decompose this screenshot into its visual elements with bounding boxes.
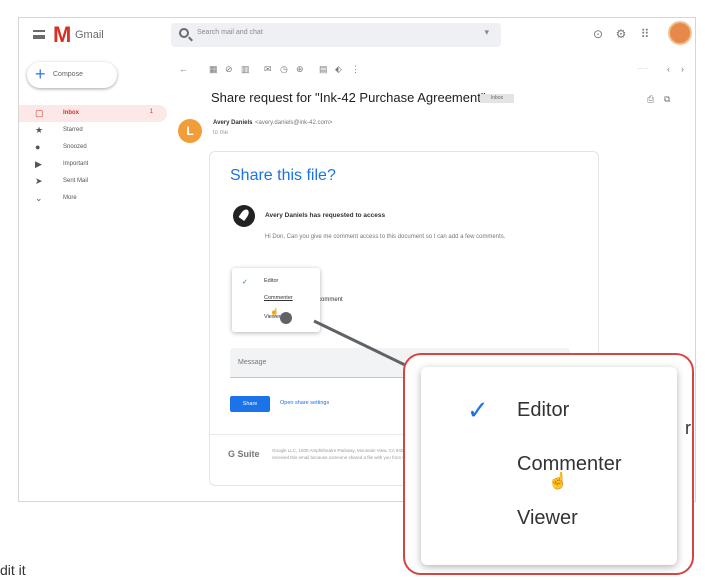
sidebar-item-inbox[interactable]: ▢ Inbox 1 (19, 105, 167, 122)
search-icon[interactable] (179, 28, 189, 38)
email-subject: Share request for "Ink-42 Purchase Agree… (211, 90, 486, 105)
sidebar-item-starred[interactable]: ★ Starred (19, 122, 167, 139)
archive-icon[interactable]: ▦ (209, 64, 218, 75)
callout-anchor-dot (280, 312, 292, 324)
hand-cursor-icon: ☝ (548, 473, 568, 490)
share-button[interactable]: Share (230, 396, 270, 412)
more-options-icon[interactable]: ⋮ (351, 64, 360, 75)
request-text: Avery Daniels has requested to access (265, 212, 386, 219)
compose-label: Compose (53, 71, 83, 78)
send-icon: ➤ (35, 176, 43, 186)
zoom-callout: ✓ Editor Commenter ☝ Viewer (403, 353, 694, 575)
access-level-text: comment (318, 297, 343, 303)
newer-icon[interactable]: ‹ (667, 64, 670, 74)
zoomed-permission-menu: ✓ Editor Commenter ☝ Viewer (421, 367, 677, 565)
pagination-info: ··· ·· (637, 66, 649, 72)
report-spam-icon[interactable]: ⊘ (225, 64, 233, 75)
search-bar[interactable]: Search mail and chat ▾ (171, 23, 501, 47)
check-icon: ✓ (242, 279, 248, 286)
zoom-option-commenter[interactable]: Commenter (517, 453, 621, 476)
help-icon[interactable]: ⊙ (592, 28, 604, 40)
menu-option-viewer[interactable]: Viewer (264, 314, 281, 320)
zoom-option-editor[interactable]: Editor (517, 399, 569, 422)
add-task-icon[interactable]: ⊕ (296, 64, 304, 75)
check-icon: ✓ (467, 395, 489, 425)
plus-icon: + (35, 64, 46, 84)
permission-menu: ✓ Editor Commenter ☝ Viewer (232, 268, 320, 332)
caption-text: dit it (0, 562, 26, 578)
share-settings-link[interactable]: Open share settings (280, 400, 329, 406)
sender-name: Avery Daniels (213, 120, 253, 126)
delete-icon[interactable]: ▥ (241, 64, 250, 75)
snooze-icon[interactable]: ◷ (280, 64, 288, 75)
recipient-line: to me (213, 130, 229, 136)
inbox-icon: ▢ (35, 108, 44, 118)
clock-icon: ● (35, 142, 41, 152)
sidebar-item-label: Sent Mail (63, 178, 89, 184)
gsuite-logo: G Suite (228, 449, 260, 459)
inbox-label-badge[interactable]: Inbox (480, 94, 514, 103)
compose-button[interactable]: + Compose (27, 62, 117, 88)
request-message: Hi Don, Can you give me comment access t… (265, 234, 506, 240)
zoom-option-viewer[interactable]: Viewer (517, 507, 578, 530)
sidebar-item-label: Inbox (63, 110, 79, 116)
sidebar-item-label: Important (63, 161, 89, 167)
important-icon: ▶ (35, 159, 42, 169)
main-menu-icon[interactable] (33, 30, 45, 39)
cropped-text: r (685, 418, 691, 438)
sidebar-item-more[interactable]: ⌄ More (19, 190, 167, 207)
sidebar-item-important[interactable]: ▶ Important (19, 156, 167, 173)
gmail-logo[interactable]: M (53, 24, 71, 46)
sender-email: <avery.daniels@ink-42.com> (255, 120, 333, 126)
chevron-down-icon: ⌄ (35, 193, 43, 203)
apps-icon[interactable]: ⠿ (639, 28, 651, 40)
card-title: Share this file? (230, 167, 336, 184)
print-icon[interactable]: ⎙ (647, 94, 654, 105)
app-name: Gmail (75, 29, 104, 41)
unread-count: 1 (149, 109, 153, 115)
label-icon[interactable]: ⬖ (335, 64, 342, 75)
settings-icon[interactable]: ⚙ (615, 28, 627, 40)
sender-avatar: L (178, 119, 202, 143)
search-input[interactable]: Search mail and chat (197, 29, 263, 36)
requester-avatar (233, 205, 255, 227)
sidebar-item-label: More (63, 195, 77, 201)
star-icon: ★ (35, 125, 44, 135)
mark-unread-icon[interactable]: ✉ (264, 64, 272, 75)
sidebar-item-snoozed[interactable]: ● Snoozed (19, 139, 167, 156)
sidebar-item-label: Starred (63, 127, 83, 133)
sidebar-item-label: Snoozed (63, 144, 87, 150)
move-to-icon[interactable]: ▤ (319, 64, 328, 75)
menu-option-editor[interactable]: Editor (264, 278, 278, 284)
sidebar-item-sent[interactable]: ➤ Sent Mail (19, 173, 167, 190)
open-new-window-icon[interactable]: ⧉ (664, 94, 670, 105)
account-avatar[interactable] (668, 21, 692, 45)
menu-option-commenter[interactable]: Commenter (264, 295, 293, 301)
back-arrow-icon[interactable]: ← (179, 64, 188, 74)
older-icon[interactable]: › (681, 64, 684, 74)
search-options-icon[interactable]: ▾ (484, 27, 489, 38)
